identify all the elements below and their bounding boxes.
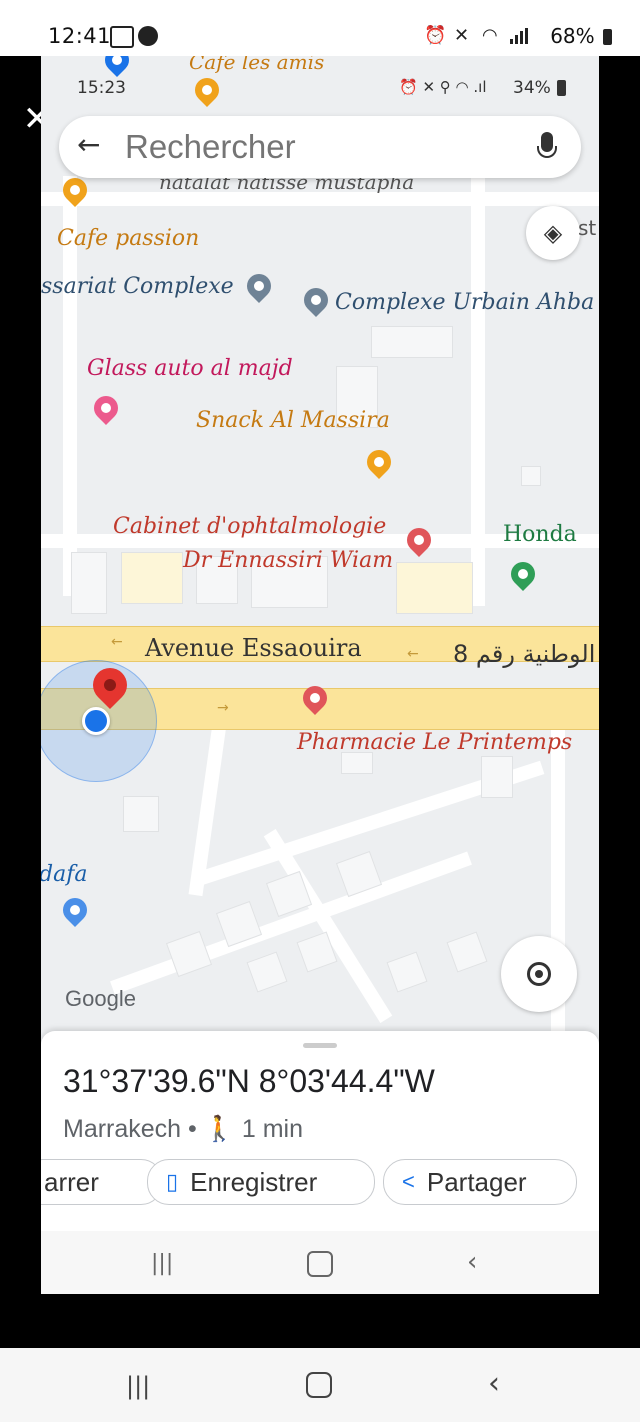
layers-icon: ◈ xyxy=(543,219,563,247)
home-icon[interactable] xyxy=(307,1251,333,1277)
direction-arrow: ← xyxy=(407,646,419,662)
separator: • xyxy=(188,1115,204,1143)
building xyxy=(341,752,373,774)
start-button[interactable]: arrer xyxy=(41,1159,163,1205)
signal-icon xyxy=(510,28,528,44)
map-label-arabic-road: الوطنية رقم 8 xyxy=(453,640,596,668)
map-label-pharmacie[interactable]: Pharmacie Le Printemps xyxy=(297,730,572,755)
crosshair-icon xyxy=(527,962,551,986)
microphone-base xyxy=(537,146,557,158)
drag-handle[interactable] xyxy=(303,1043,337,1048)
street xyxy=(41,192,599,206)
bookmark-icon: ▯ xyxy=(166,1169,179,1194)
building xyxy=(481,756,513,798)
walking-icon: 🚶 xyxy=(203,1115,235,1143)
restaurant-pin-icon[interactable] xyxy=(362,445,396,479)
save-button[interactable]: ▯ Enregistrer xyxy=(147,1159,375,1205)
map-view[interactable]: ← ← → 15:23 ⏰ ✕ ⚲ ◠ .ıl 34% Cafe les ami… xyxy=(41,56,599,1031)
inner-status-icons: ⏰ ✕ ⚲ ◠ .ıl xyxy=(399,78,487,96)
map-label-commissariat[interactable]: ssariat Complexe xyxy=(41,274,234,299)
share-label: Partager xyxy=(426,1166,527,1197)
building xyxy=(396,562,473,614)
building xyxy=(121,552,183,604)
alarm-icon: ⏰ xyxy=(424,25,447,46)
inner-battery-level: 34% xyxy=(513,78,551,98)
gallery-icon xyxy=(110,26,134,48)
building xyxy=(246,951,288,993)
map-label-cafe-top[interactable]: Cafe les amis xyxy=(189,56,324,74)
map-label-snack[interactable]: Snack Al Massira xyxy=(196,408,390,433)
map-label-dafa[interactable]: dafa xyxy=(41,862,87,887)
car-dealer-pin-icon[interactable] xyxy=(506,557,540,591)
map-label-cabinet-1[interactable]: Cabinet d'ophtalmologie xyxy=(113,514,386,539)
recents-icon[interactable]: ||| xyxy=(126,1372,150,1400)
place-pin-icon[interactable] xyxy=(242,269,276,303)
direction-arrow: ← xyxy=(111,634,123,650)
battery-icon xyxy=(557,80,566,96)
share-button[interactable]: < Partager xyxy=(383,1159,577,1205)
place-bottom-sheet[interactable]: 31°37'39.6"N 8°03'44.4"W Marrakech • 🚶 1… xyxy=(41,1031,599,1294)
place-pin-icon[interactable] xyxy=(299,283,333,317)
inner-nav-bar: ||| ‹ xyxy=(41,1231,599,1294)
building xyxy=(123,796,159,832)
layers-button[interactable]: ◈ xyxy=(526,206,580,260)
map-label-cabinet-2[interactable]: Dr Ennassiri Wiam xyxy=(183,548,393,573)
coordinates-title: 31°37'39.6"N 8°03'44.4"W xyxy=(63,1063,435,1099)
current-location-dot xyxy=(82,707,110,735)
back-icon[interactable]: ‹ xyxy=(488,1366,500,1401)
direction-arrow: → xyxy=(217,700,229,716)
outer-battery-level: 68% xyxy=(550,24,612,48)
my-location-button[interactable] xyxy=(501,936,577,1012)
home-icon[interactable] xyxy=(306,1372,332,1398)
building xyxy=(521,466,541,486)
city-label: Marrakech xyxy=(63,1115,182,1143)
map-label-cafe-passion[interactable]: Cafe passion xyxy=(57,226,199,251)
hotel-pin-icon[interactable] xyxy=(89,391,123,425)
building xyxy=(446,931,488,973)
map-label-complexe-urbain[interactable]: Complexe Urbain Ahba xyxy=(335,290,594,315)
wifi-icon: ◠ xyxy=(482,25,498,46)
start-label: arrer xyxy=(44,1166,99,1197)
outer-nav-bar: ||| ‹ xyxy=(0,1348,640,1422)
inner-clock: 15:23 xyxy=(77,78,126,98)
building xyxy=(386,951,428,993)
walk-time: 1 min xyxy=(241,1115,303,1143)
map-label-glass-auto[interactable]: Glass auto al majd xyxy=(87,356,293,381)
map-label-partial: st xyxy=(578,216,597,240)
battery-icon xyxy=(603,29,612,45)
messenger-icon xyxy=(138,26,158,46)
google-watermark: Google xyxy=(65,986,136,1011)
building xyxy=(71,552,107,614)
back-icon[interactable]: ‹ xyxy=(467,1247,477,1277)
share-icon: < xyxy=(402,1169,415,1194)
medical-pin-icon[interactable] xyxy=(402,523,436,557)
mute-icon: ✕ xyxy=(454,25,470,46)
search-bar[interactable]: ← xyxy=(59,116,581,178)
map-label-honda[interactable]: Honda xyxy=(503,522,577,547)
outer-clock: 12:41 xyxy=(48,24,112,48)
shopping-pin-icon[interactable] xyxy=(58,893,92,927)
back-arrow-icon[interactable]: ← xyxy=(77,128,100,161)
outer-status-bar: 12:41 ⏰ ✕ ◠ 68% xyxy=(0,0,640,56)
save-label: Enregistrer xyxy=(190,1166,318,1197)
inner-screenshot: ← ← → 15:23 ⏰ ✕ ⚲ ◠ .ıl 34% Cafe les ami… xyxy=(41,56,599,1294)
map-label-avenue: Avenue Essaouira xyxy=(145,634,362,662)
search-input[interactable] xyxy=(123,126,517,168)
building xyxy=(371,326,453,358)
recents-icon[interactable]: ||| xyxy=(151,1251,173,1276)
place-subtitle: Marrakech • 🚶 1 min xyxy=(63,1115,303,1144)
